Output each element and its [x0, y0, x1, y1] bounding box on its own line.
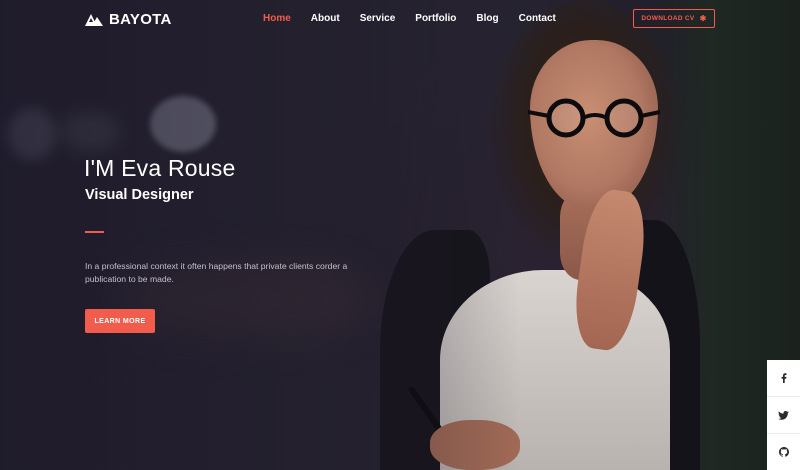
facebook-icon [781, 373, 786, 383]
brand-name: BAYOTA [109, 10, 172, 28]
github-icon [778, 447, 789, 457]
hero-description: In a professional context it often happe… [85, 261, 348, 284]
nav-item-contact[interactable]: Contact [519, 12, 556, 26]
asterisk-icon: ✱ [699, 13, 707, 23]
hero-title: I'M Eva Rouse [84, 155, 236, 181]
nav-item-about[interactable]: About [311, 12, 340, 26]
hero-subtitle: Visual Designer [85, 187, 194, 203]
facebook-link[interactable] [767, 360, 800, 397]
download-cv-button[interactable]: DOWNLOAD CV ✱ [633, 9, 715, 28]
mountain-logo-icon [85, 14, 103, 26]
nav-item-blog[interactable]: Blog [476, 12, 498, 26]
site-header: BAYOTA Home About Service Portfolio Blog… [0, 0, 800, 38]
nav-item-home[interactable]: Home [263, 12, 291, 26]
main-nav: Home About Service Portfolio Blog Contac… [263, 12, 576, 26]
nav-item-service[interactable]: Service [360, 12, 396, 26]
download-cv-label: DOWNLOAD CV [641, 15, 695, 22]
brand-logo[interactable]: BAYOTA [85, 10, 172, 28]
nav-item-portfolio[interactable]: Portfolio [415, 12, 456, 26]
hero-section: BAYOTA Home About Service Portfolio Blog… [0, 0, 800, 470]
twitter-icon [778, 410, 789, 420]
github-link[interactable] [767, 434, 800, 470]
background-overlay [0, 0, 800, 470]
learn-more-label: LEARN MORE [94, 317, 146, 325]
twitter-link[interactable] [767, 397, 800, 434]
learn-more-button[interactable]: LEARN MORE [85, 309, 155, 333]
social-sidebar [767, 360, 800, 470]
accent-divider [85, 231, 104, 233]
